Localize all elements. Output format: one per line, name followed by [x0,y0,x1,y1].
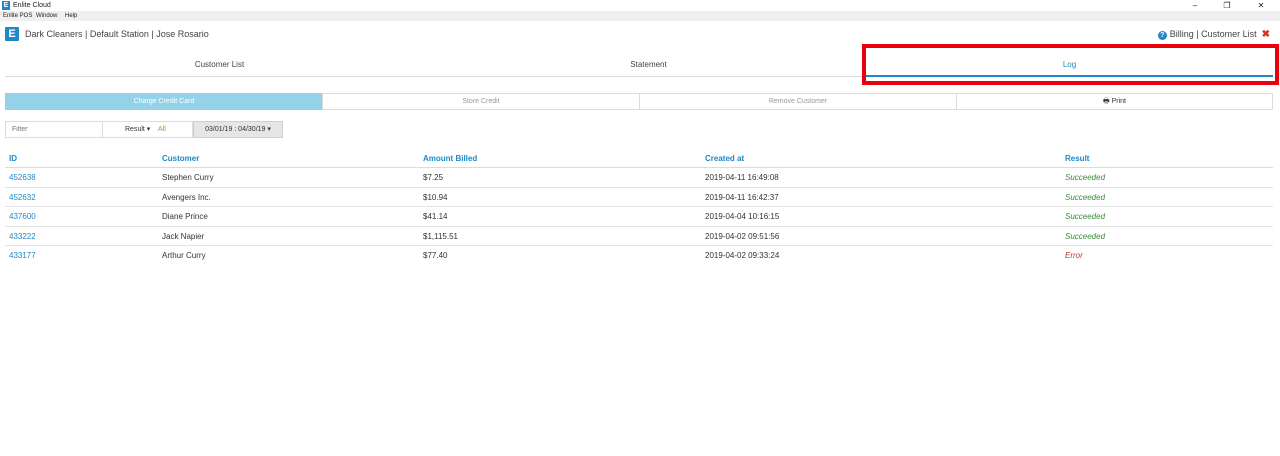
row-result: Succeeded [1065,173,1106,182]
log-table: ID Customer Amount Billed Created at Res… [5,150,1273,266]
column-header-id[interactable]: ID [9,150,17,167]
result-dropdown[interactable]: Result ▾ All [102,121,193,138]
enlite-logo: E [5,27,19,41]
column-header-customer[interactable]: Customer [162,150,199,167]
row-customer: Jack Napier [162,231,205,241]
table-header: ID Customer Amount Billed Created at Res… [5,150,1273,168]
column-header-amount[interactable]: Amount Billed [423,150,477,167]
menu-bar: Enlite POS Window Help [0,11,1280,21]
close-window-button[interactable]: ✕ [1246,0,1276,11]
row-customer: Stephen Curry [162,173,214,182]
row-created: 2019-04-02 09:51:56 [705,231,780,241]
header-right: ? Billing | Customer List ✖ [1157,28,1270,41]
print-label: Print [1111,98,1126,105]
row-id-link[interactable]: 433222 [9,227,36,246]
row-customer: Arthur Curry [162,251,206,260]
row-id-link[interactable]: 433177 [9,246,36,265]
row-amount: $7.25 [423,173,444,182]
row-id-link[interactable]: 452638 [9,168,36,187]
table-row[interactable]: 437600 Diane Prince $41.14 2019-04-04 10… [5,207,1273,227]
row-result: Succeeded [1065,212,1106,221]
window-title: Enlite Cloud [13,2,51,9]
result-dropdown-label: Result ▾ [125,126,151,133]
menu-enlite-pos[interactable]: Enlite POS [3,11,32,21]
row-id-link[interactable]: 452632 [9,188,36,207]
app-icon: E [2,1,10,10]
remove-customer-button[interactable]: Remove Customer [639,93,957,110]
tab-bar: Customer List Statement Log [5,52,1273,77]
breadcrumb: Billing | Customer List [1169,29,1257,39]
table-row[interactable]: 452632 Avengers Inc. $10.94 2019-04-11 1… [5,188,1273,207]
print-button[interactable]: 🖶 Print [956,93,1273,110]
action-bar: Charge Credit Card Store Credit Remove C… [5,93,1273,110]
result-dropdown-value: All [158,126,166,133]
row-created: 2019-04-11 16:42:37 [705,192,779,202]
tab-customer-list[interactable]: Customer List [5,52,434,77]
date-range-dropdown[interactable]: 03/01/19 : 04/30/19 ▾ [193,121,283,138]
row-amount: $1,115.51 [423,231,458,241]
row-customer: Diane Prince [162,212,208,221]
store-credit-button[interactable]: Store Credit [322,93,640,110]
row-created: 2019-04-02 09:33:24 [705,251,780,260]
store-title: Dark Cleaners | Default Station | Jose R… [25,29,209,39]
row-id-link[interactable]: 437600 [9,207,36,226]
table-row[interactable]: 433222 Jack Napier $1,115.51 2019-04-02 … [5,227,1273,246]
row-customer: Avengers Inc. [162,192,211,202]
close-icon[interactable]: ✖ [1262,29,1270,40]
tab-statement[interactable]: Statement [434,52,863,77]
menu-help[interactable]: Help [65,11,77,21]
window-titlebar: E Enlite Cloud – ❐ ✕ [0,0,1280,11]
row-amount: $41.14 [423,212,448,221]
column-header-created[interactable]: Created at [705,150,744,167]
restore-button[interactable]: ❐ [1212,0,1242,11]
filter-input[interactable] [5,121,103,138]
row-amount: $10.94 [423,192,448,202]
help-icon[interactable]: ? [1157,31,1167,40]
column-header-result[interactable]: Result [1065,150,1089,167]
menu-window[interactable]: Window [36,11,57,21]
table-row[interactable]: 433177 Arthur Curry $77.40 2019-04-02 09… [5,246,1273,266]
row-created: 2019-04-04 10:16:15 [705,212,780,221]
row-amount: $77.40 [423,251,448,260]
tab-log[interactable]: Log [866,52,1273,77]
row-result: Succeeded [1065,192,1106,202]
row-result: Error [1065,251,1083,260]
row-result: Succeeded [1065,231,1106,241]
charge-credit-card-button[interactable]: Charge Credit Card [5,93,323,110]
row-created: 2019-04-11 16:49:08 [705,173,779,182]
minimize-button[interactable]: – [1180,0,1210,11]
app-header: E Dark Cleaners | Default Station | Jose… [0,21,1280,47]
printer-icon: 🖶 [1103,98,1112,105]
table-row[interactable]: 452638 Stephen Curry $7.25 2019-04-11 16… [5,168,1273,188]
